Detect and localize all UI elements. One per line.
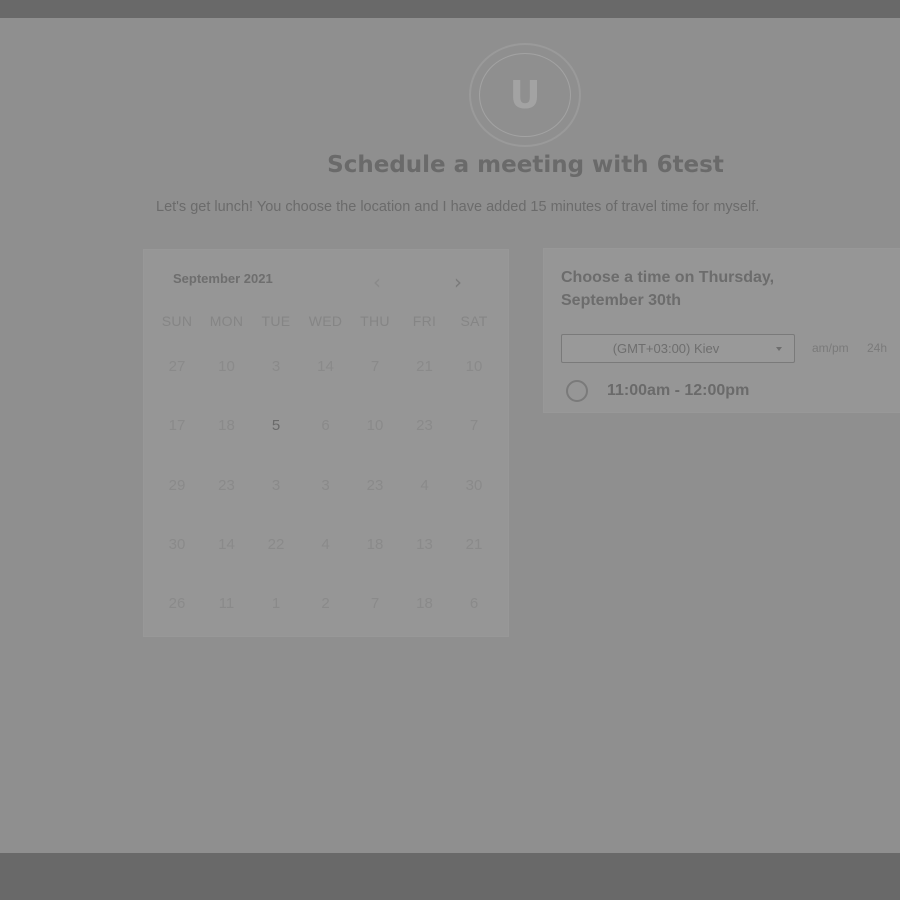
weekday-mon: MON bbox=[209, 313, 244, 329]
calendar-day: 29 bbox=[168, 476, 186, 494]
chevron-down-icon bbox=[776, 347, 782, 351]
weekday-wed: WED bbox=[308, 313, 343, 329]
time-slot-radio[interactable] bbox=[566, 380, 588, 402]
calendar-day: 6 bbox=[469, 595, 479, 613]
weekday-tue: TUE bbox=[261, 313, 291, 329]
timezone-select[interactable]: (GMT+03:00) Kiev bbox=[561, 334, 795, 363]
top-bar bbox=[0, 0, 900, 18]
calendar-day: 27 bbox=[168, 358, 186, 375]
calendar-day: 7 bbox=[370, 358, 380, 375]
page-title: Schedule a meeting with 6test bbox=[327, 152, 724, 178]
weekday-sat: SAT bbox=[460, 313, 488, 329]
calendar-day: 22 bbox=[267, 535, 285, 553]
calendar-day: 2 bbox=[321, 595, 330, 613]
calendar-day: 17 bbox=[168, 417, 186, 435]
weekday-fri: FRI bbox=[412, 313, 437, 329]
weekday-thu: THU bbox=[360, 313, 390, 329]
calendar-day: 18 bbox=[366, 535, 384, 553]
calendar-day: 30 bbox=[465, 476, 483, 494]
calendar-day: 23 bbox=[416, 417, 433, 435]
calendar-day: 14 bbox=[218, 535, 235, 553]
time-panel: Choose a time on Thursday, September 30t… bbox=[544, 249, 900, 412]
logo: U bbox=[469, 43, 581, 147]
calendar-day: 18 bbox=[416, 595, 433, 613]
calendar-day: 18 bbox=[218, 417, 235, 435]
calendar-day: 11 bbox=[218, 595, 235, 613]
calendar-day: 23 bbox=[366, 476, 384, 494]
calendar-day: 10 bbox=[366, 417, 384, 435]
calendar-day: 21 bbox=[416, 358, 433, 375]
calendar-day: 4 bbox=[321, 535, 330, 553]
meeting-description: Let's get lunch! You choose the location… bbox=[156, 199, 760, 215]
format-ampm-toggle[interactable]: am/pm bbox=[812, 341, 849, 355]
prev-month-icon[interactable]: ‹ bbox=[365, 270, 389, 294]
time-panel-heading: Choose a time on Thursday, September 30t… bbox=[561, 269, 775, 309]
calendar-month-label: September 2021 bbox=[173, 271, 273, 286]
calendar-day: 7 bbox=[370, 595, 380, 613]
timezone-value: (GMT+03:00) Kiev bbox=[612, 341, 720, 356]
next-month-icon[interactable]: › bbox=[446, 270, 470, 294]
calendar-day: 21 bbox=[465, 535, 483, 553]
calendar-day: 3 bbox=[321, 476, 330, 494]
calendar-day: 23 bbox=[218, 476, 235, 494]
calendar-day: 3 bbox=[271, 476, 281, 494]
weekday-sun: SUN bbox=[161, 313, 193, 329]
calendar-day: 14 bbox=[317, 358, 334, 375]
calendar-day: 7 bbox=[469, 417, 479, 435]
bottom-bar bbox=[0, 853, 900, 900]
calendar-day: 1 bbox=[271, 595, 281, 613]
time-slot-label[interactable]: 11:00am - 12:00pm bbox=[607, 382, 749, 400]
calendar-day: 13 bbox=[416, 535, 433, 553]
format-24h-toggle[interactable]: 24h bbox=[867, 341, 887, 355]
calendar-day: 3 bbox=[271, 358, 281, 375]
calendar-day: 10 bbox=[218, 358, 235, 375]
calendar-day: 26 bbox=[168, 595, 186, 613]
logo-letter: U bbox=[509, 73, 541, 117]
calendar-day: 4 bbox=[420, 476, 429, 494]
calendar-day: 10 bbox=[465, 358, 483, 375]
calendar-day[interactable]: 5 bbox=[256, 406, 296, 446]
calendar: September 2021 ‹ › SUN MON TUE WED THU FRI SAT… bbox=[144, 250, 508, 636]
calendar-day: 6 bbox=[321, 417, 330, 435]
calendar-day: 30 bbox=[168, 535, 186, 553]
